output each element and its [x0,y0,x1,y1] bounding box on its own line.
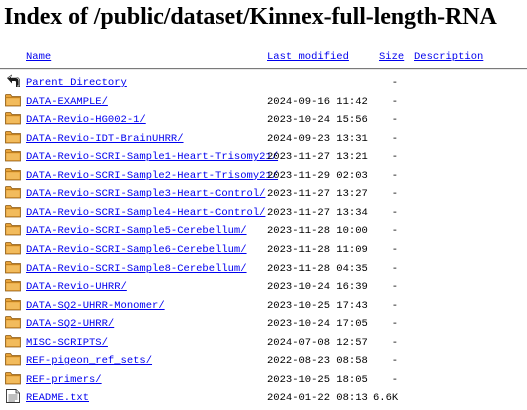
entry-link[interactable]: DATA-Revio-HG002-1/ [26,114,146,127]
parent-directory-row: Parent Directory - [0,74,527,93]
folder-icon [5,241,21,255]
table-row: MISC-SCRIPTS/2024-07-08 12:57 - [0,334,527,353]
last-modified-cell: 2023-11-27 13:27 [267,188,368,201]
entry-link[interactable]: DATA-Revio-SCRI-Sample5-Cerebellum/ [26,225,247,238]
table-row: DATA-Revio-SCRI-Sample5-Cerebellum/2023-… [0,222,527,241]
table-row: REF-pigeon_ref_sets/2022-08-23 08:58 - [0,352,527,371]
entry-link[interactable]: DATA-Revio-SCRI-Sample6-Cerebellum/ [26,244,247,257]
column-header-description[interactable]: Description [414,51,483,64]
size-cell: - [391,355,398,368]
size-cell: - [391,77,398,89]
table-row: README.txt 2024-01-22 08:13 6.6K [0,389,527,408]
size-cell: - [391,132,398,145]
folder-icon [5,222,21,236]
size-cell: - [391,206,398,219]
last-modified-cell: 2024-07-08 12:57 [267,336,368,349]
table-row: DATA-Revio-SCRI-Sample3-Heart-Control/20… [0,185,527,204]
table-row: DATA-Revio-HG002-1/2023-10-24 15:56 - [0,111,527,130]
text-file-icon [5,389,21,404]
folder-icon [5,111,21,125]
column-header-name[interactable]: Name [26,51,51,64]
size-cell: - [391,318,398,331]
last-modified-cell: 2023-11-28 11:09 [267,243,368,256]
last-modified-cell: 2024-09-23 13:31 [267,132,368,145]
last-modified-cell: 2023-11-28 10:00 [267,225,368,238]
size-cell: - [391,243,398,256]
table-row: DATA-Revio-UHRR/2023-10-24 16:39 - [0,278,527,297]
last-modified-cell: 2023-11-29 02:03 [267,169,368,182]
folder-icon [5,297,21,311]
folder-icon [5,352,21,366]
entry-link[interactable]: DATA-SQ2-UHRR-Monomer/ [26,300,165,313]
size-cell: - [391,281,398,294]
table-row: DATA-EXAMPLE/2024-09-16 11:42 - [0,93,527,112]
size-cell: - [391,336,398,349]
entry-link[interactable]: DATA-Revio-SCRI-Sample1-Heart-Trisomy21/ [26,151,278,164]
folder-icon [5,167,21,181]
size-cell: - [391,151,398,164]
size-cell: - [391,299,398,312]
folder-icon [5,371,21,385]
size-cell: 6.6K [373,392,399,405]
last-modified-cell: 2023-11-27 13:34 [267,206,368,219]
entry-link[interactable]: DATA-Revio-UHRR/ [26,281,127,294]
entry-link[interactable]: DATA-SQ2-UHRR/ [26,318,114,331]
size-cell: - [391,373,398,386]
last-modified-cell: 2023-11-28 04:35 [267,262,368,275]
entry-link[interactable]: REF-primers/ [26,374,102,387]
folder-icon [5,278,21,292]
column-header-last-modified[interactable]: Last modified [267,51,349,64]
page-title: Index of /public/dataset/Kinnex-full-len… [4,4,497,30]
size-cell: - [391,262,398,275]
last-modified-cell: 2022-08-23 08:58 [267,355,368,368]
folder-icon [5,185,21,199]
folder-icon [5,334,21,348]
header-divider [0,68,527,70]
table-row: DATA-Revio-IDT-BrainUHRR/2024-09-23 13:3… [0,130,527,149]
last-modified-cell: 2023-10-24 15:56 [267,114,368,127]
table-row: DATA-SQ2-UHRR-Monomer/2023-10-25 17:43 - [0,297,527,316]
table-row: DATA-Revio-SCRI-Sample4-Heart-Control/20… [0,204,527,223]
parent-directory-link[interactable]: Parent Directory [26,77,127,90]
size-cell: - [391,95,398,108]
entry-link[interactable]: DATA-Revio-SCRI-Sample8-Cerebellum/ [26,263,247,276]
last-modified-cell: 2024-01-22 08:13 [267,392,368,405]
table-row: DATA-Revio-SCRI-Sample2-Heart-Trisomy21/… [0,167,527,186]
folder-icon [5,260,21,274]
table-row: REF-primers/2023-10-25 18:05 - [0,371,527,390]
entry-link[interactable]: DATA-EXAMPLE/ [26,96,108,109]
entry-link[interactable]: DATA-Revio-SCRI-Sample3-Heart-Control/ [26,188,265,201]
entry-link[interactable]: DATA-Revio-SCRI-Sample4-Heart-Control/ [26,207,265,220]
last-modified-cell: 2023-10-25 17:43 [267,299,368,312]
folder-icon [5,315,21,329]
entry-link[interactable]: DATA-Revio-SCRI-Sample2-Heart-Trisomy21/ [26,170,278,183]
size-cell: - [391,188,398,201]
size-cell: - [391,114,398,127]
last-modified-cell: 2024-09-16 11:42 [267,95,368,108]
entry-link[interactable]: REF-pigeon_ref_sets/ [26,355,152,368]
last-modified-cell: 2023-10-24 16:39 [267,281,368,294]
size-cell: - [391,225,398,238]
table-row: DATA-Revio-SCRI-Sample6-Cerebellum/2023-… [0,241,527,260]
size-cell: - [391,169,398,182]
last-modified-cell: 2023-10-24 17:05 [267,318,368,331]
last-modified-cell: 2023-11-27 13:21 [267,151,368,164]
column-header-size[interactable]: Size [379,51,404,64]
table-row: DATA-Revio-SCRI-Sample8-Cerebellum/2023-… [0,260,527,279]
entry-link[interactable]: MISC-SCRIPTS/ [26,337,108,350]
back-arrow-icon [5,74,21,88]
entry-link[interactable]: README.txt [26,392,89,405]
last-modified-cell: 2023-10-25 18:05 [267,373,368,386]
folder-icon [5,148,21,162]
table-row: DATA-SQ2-UHRR/2023-10-24 17:05 - [0,315,527,334]
entry-link[interactable]: DATA-Revio-IDT-BrainUHRR/ [26,133,184,146]
folder-icon [5,130,21,144]
table-row: DATA-Revio-SCRI-Sample1-Heart-Trisomy21/… [0,148,527,167]
folder-icon [5,93,21,107]
folder-icon [5,204,21,218]
